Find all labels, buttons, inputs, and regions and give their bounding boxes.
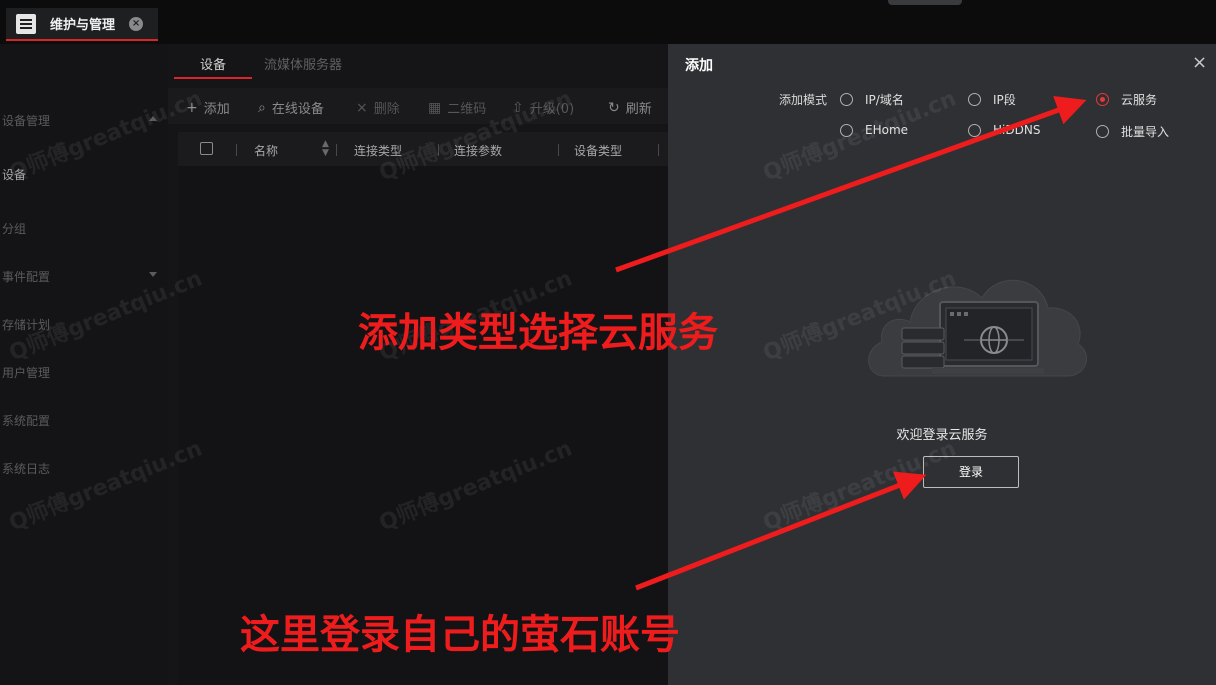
mode-label-hiddns: HiDDNS [993, 123, 1041, 137]
online-devices-button[interactable]: ⌕ 在线设备 [258, 98, 324, 118]
delete-label: 删除 [373, 102, 400, 117]
sidebar-item-user-management[interactable]: 用户管理 [2, 364, 50, 381]
annotation-login-account: 这里登录自己的萤石账号 [240, 612, 680, 658]
active-tab-indicator [174, 77, 252, 79]
close-icon: × [356, 99, 368, 116]
tab-label: 维护与管理 [50, 18, 116, 33]
add-label: 添加 [203, 102, 230, 117]
tab-media-server[interactable]: 流媒体服务器 [264, 54, 342, 73]
column-divider [658, 144, 659, 156]
qr-code-icon: ▦ [428, 99, 442, 116]
column-divider [236, 144, 237, 156]
radio-circle-icon [1096, 125, 1109, 138]
qr-code-button[interactable]: ▦ 二维码 [428, 98, 486, 118]
refresh-label: 刷新 [625, 102, 652, 117]
mode-radio-batch-import[interactable]: 批量导入 [1096, 123, 1169, 140]
sidebar-item-group[interactable]: 分组 [2, 220, 26, 237]
column-divider [336, 144, 337, 156]
mode-radio-cloud[interactable]: 云服务 [1096, 91, 1157, 108]
app-menu-icon [16, 13, 36, 34]
radio-circle-icon [840, 93, 853, 106]
mode-label-ip-segment: IP段 [993, 93, 1016, 107]
search-icon: ⌕ [258, 99, 266, 116]
mode-radio-hiddns[interactable]: HiDDNS [968, 123, 1040, 137]
delete-button[interactable]: × 删除 [356, 98, 400, 118]
online-devices-label: 在线设备 [271, 102, 324, 117]
column-name[interactable]: 名称 [254, 142, 278, 159]
tab-maintenance[interactable]: 维护与管理 × [6, 8, 158, 41]
panel-title: 添加 [685, 58, 713, 74]
tab-close-icon[interactable]: × [129, 16, 144, 31]
refresh-button[interactable]: ↻ 刷新 [608, 98, 652, 118]
window-handle[interactable] [888, 0, 962, 5]
mode-label-batch-import: 批量导入 [1121, 125, 1170, 139]
tab-device[interactable]: 设备 [200, 54, 226, 73]
sidebar-item-system-config[interactable]: 系统配置 [2, 412, 50, 429]
column-device-type[interactable]: 设备类型 [574, 142, 622, 159]
annotation-select-cloud: 添加类型选择云服务 [358, 310, 718, 356]
sidebar-item-event-config[interactable]: 事件配置 [2, 268, 50, 285]
sort-icon[interactable]: ▲ ▼ [322, 140, 329, 158]
radio-checked-icon [1096, 93, 1109, 106]
toolbar: + 添加 ⌕ 在线设备 × 删除 ▦ 二维码 ⇧ 升级(0) ↻ 刷新 [168, 88, 668, 124]
refresh-icon: ↻ [608, 99, 620, 116]
select-all-checkbox[interactable] [200, 142, 213, 155]
sub-tabs: 设备 流媒体服务器 [168, 44, 668, 82]
radio-circle-icon [968, 123, 981, 137]
add-device-panel: 添加 × 添加模式 IP/域名 IP段 云服务 EHome HiDDNS 批量导… [668, 44, 1216, 685]
top-bar: 维护与管理 × [0, 0, 1216, 44]
sidebar-item-system-log[interactable]: 系统日志 [2, 460, 50, 477]
close-icon[interactable]: × [1192, 52, 1207, 73]
mode-radio-ip-segment[interactable]: IP段 [968, 91, 1016, 108]
radio-circle-icon [968, 93, 981, 106]
mode-label-cloud: 云服务 [1121, 93, 1158, 107]
column-divider [558, 144, 559, 156]
add-mode-label: 添加模式 [779, 93, 828, 107]
sidebar-item-device-management[interactable]: 设备管理 [2, 112, 50, 129]
